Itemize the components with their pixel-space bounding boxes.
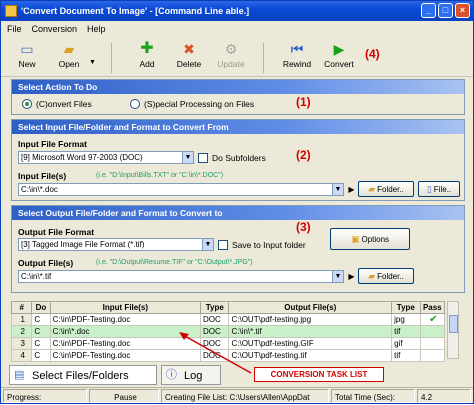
conversion-task-list-callout: CONVERSION TASK LIST [254, 367, 384, 382]
status-pause[interactable]: Pause [89, 389, 159, 403]
log-icon: ⓘ [166, 369, 177, 381]
tab-select-files-label: Select Files/Folders [32, 370, 129, 382]
files-folders-icon: ▤ [14, 369, 25, 381]
tab-log-label: Log [184, 370, 203, 382]
callout-arrow [179, 332, 252, 374]
status-bar: Progress: Pause Creating File List: C:\U… [1, 387, 473, 403]
status-file-list: Creating File List: C:\Users\Allen\AppDa… [161, 389, 329, 403]
status-progress: Progress: [3, 389, 87, 403]
status-total-time-value: 4.2 [417, 389, 471, 403]
tab-select-files-folders[interactable]: ▤ Select Files/Folders [9, 365, 157, 385]
status-total-time-label: Total Time (Sec): [331, 389, 415, 403]
app-window: 'Convert Document To Image' - [Command L… [0, 0, 474, 404]
tab-log[interactable]: ⓘ Log [161, 365, 221, 385]
